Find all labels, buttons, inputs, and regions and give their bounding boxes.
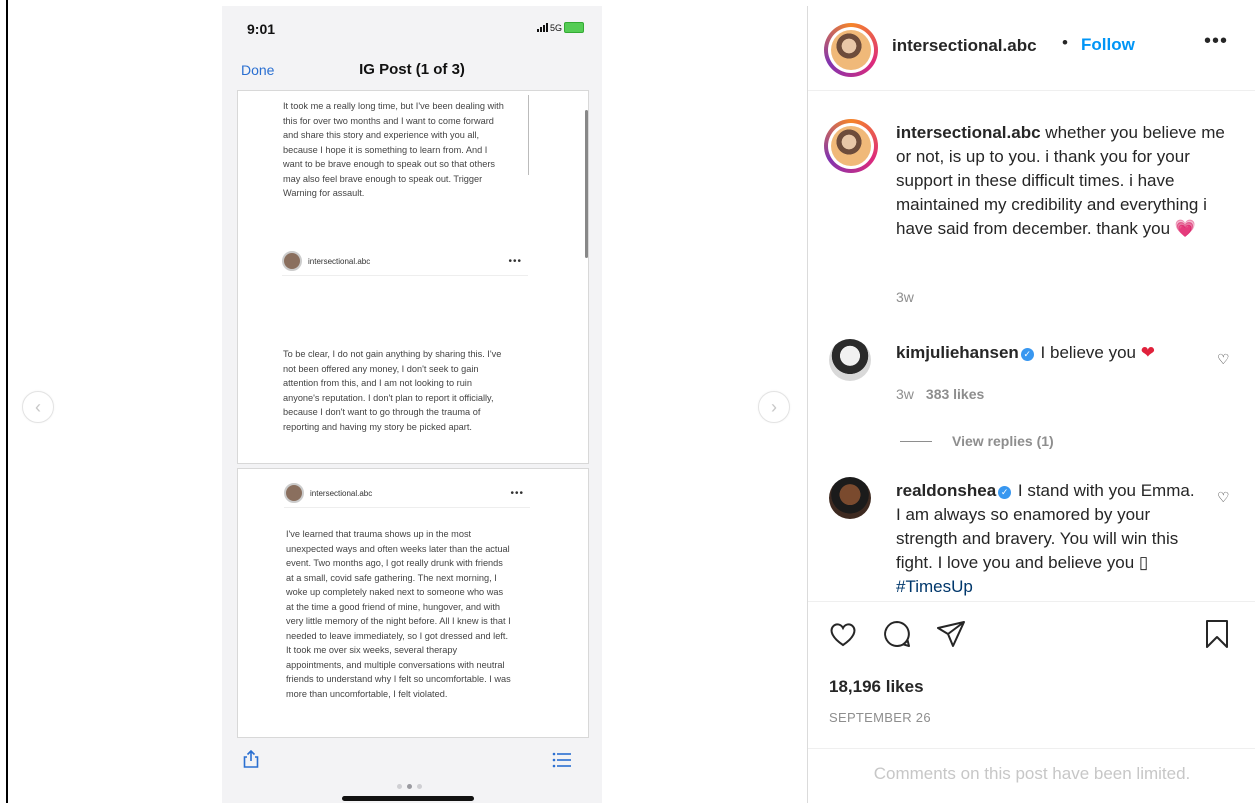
embedded-post-header: intersectional.abc •••: [282, 251, 522, 271]
home-indicator: [342, 796, 474, 801]
chevron-left-icon: ‹: [35, 396, 41, 417]
comments-list[interactable]: intersectional.abc whether you believe m…: [808, 91, 1255, 601]
heart-outline-icon[interactable]: [827, 618, 859, 650]
post-media: ‹ › 9:01 5G Done IG Post (1 of 3) It too…: [12, 6, 807, 803]
comment-meta: 3w 383 likes: [896, 386, 984, 402]
hashtag-link[interactable]: #TimesUp: [896, 577, 973, 596]
caption-avatar[interactable]: [824, 119, 878, 173]
prev-slide-button[interactable]: ‹: [22, 391, 54, 423]
post-sidebar: intersectional.abc • Follow ••• intersec…: [807, 6, 1255, 803]
embedded-username: intersectional.abc: [308, 256, 371, 266]
bookmark-icon[interactable]: [1201, 618, 1233, 650]
author-username[interactable]: intersectional.abc: [892, 36, 1037, 56]
embedded-username: intersectional.abc: [310, 488, 373, 498]
list-icon[interactable]: [552, 752, 572, 768]
slide-paragraph-1: It took me a really long time, but I've …: [283, 101, 504, 198]
post-header: intersectional.abc • Follow •••: [808, 6, 1255, 91]
next-slide-button[interactable]: ›: [758, 391, 790, 423]
battery-icon: [564, 22, 584, 33]
divider: [284, 507, 530, 508]
slide-page-1: It took me a really long time, but I've …: [237, 90, 589, 464]
comment-bubble-icon[interactable]: [881, 618, 913, 650]
status-time: 9:01: [247, 21, 276, 37]
slide-paragraph-2: To be clear, I do not gain anything by s…: [283, 349, 502, 432]
pink-heart-icon: 💗: [1174, 219, 1196, 238]
ios-share-icon[interactable]: [242, 750, 260, 768]
avatar: [284, 483, 304, 503]
embedded-post-header: intersectional.abc •••: [284, 483, 524, 503]
viewer-nav: Done IG Post (1 of 3): [222, 54, 602, 84]
comment-time[interactable]: 3w: [896, 386, 914, 402]
slide-page-2: intersectional.abc ••• I've learned that…: [237, 468, 589, 738]
network-label: 5G: [549, 22, 562, 33]
verified-badge-icon: ✓: [998, 486, 1012, 499]
avatar: [282, 251, 302, 271]
paper-plane-icon[interactable]: [935, 618, 967, 650]
red-heart-icon: ❤: [1140, 343, 1155, 362]
slide-paragraph-3: I've learned that trauma shows up in the…: [286, 529, 511, 699]
comment-like-icon[interactable]: ♡: [1217, 489, 1230, 506]
ios-status-bar: 9:01 5G: [222, 6, 602, 52]
comments-limited-notice: Comments on this post have been limited.: [808, 748, 1255, 804]
signal-icon: [536, 23, 548, 32]
more-icon: •••: [508, 255, 522, 267]
comment-like-icon[interactable]: ♡: [1217, 351, 1230, 368]
chevron-right-icon: ›: [771, 396, 777, 417]
comment-avatar[interactable]: [829, 477, 871, 519]
likes-count[interactable]: 18,196 likes: [829, 677, 924, 697]
page-indicator: [397, 784, 422, 789]
comment-text: kimjuliehansen ✓ I believe you ❤: [896, 343, 1155, 362]
comment-username[interactable]: kimjuliehansen: [896, 343, 1019, 362]
header-separator: •: [1062, 33, 1068, 52]
comment-avatar[interactable]: [829, 339, 871, 381]
viewer-title: IG Post (1 of 3): [359, 61, 465, 78]
verified-badge-icon: ✓: [1020, 348, 1034, 361]
caption-username[interactable]: intersectional.abc: [896, 123, 1041, 142]
caption: intersectional.abc whether you believe m…: [896, 121, 1241, 241]
caption-time[interactable]: 3w: [896, 289, 914, 305]
view-replies-button[interactable]: View replies (1): [900, 433, 1054, 449]
divider: [282, 275, 528, 276]
comment-likes[interactable]: 383 likes: [926, 386, 984, 402]
comment-text: realdonshea ✓ I stand with you Emma. I am…: [896, 481, 1195, 596]
more-icon: •••: [510, 487, 524, 499]
unsupported-glyph: ▯: [1138, 553, 1149, 572]
follow-button[interactable]: Follow: [1081, 35, 1135, 55]
inner-scrollbar: [528, 95, 529, 175]
viewer-toolbar: [222, 740, 602, 803]
viewer-scrollbar[interactable]: [585, 110, 588, 258]
comment-username[interactable]: realdonshea: [896, 481, 996, 500]
phone-screenshot: 9:01 5G Done IG Post (1 of 3) It took me…: [222, 6, 602, 803]
post-date[interactable]: SEPTEMBER 26: [829, 710, 931, 725]
action-bar: [808, 601, 1255, 662]
more-options-icon[interactable]: •••: [1204, 30, 1228, 53]
frame-border: [6, 0, 8, 803]
author-avatar[interactable]: [824, 23, 878, 77]
status-indicators: 5G: [536, 22, 584, 33]
